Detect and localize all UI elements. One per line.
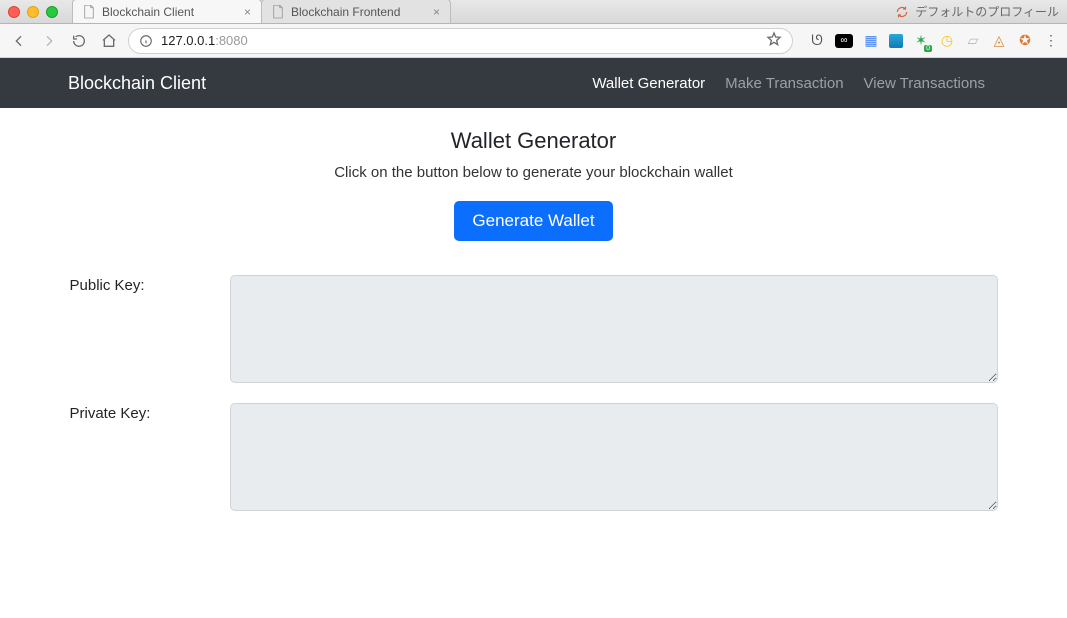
public-key-row: Public Key:	[70, 275, 998, 383]
page-subtitle: Click on the button below to generate yo…	[70, 164, 998, 181]
browser-tabs: Blockchain Client × Blockchain Frontend …	[72, 0, 450, 23]
zoom-window-button[interactable]	[46, 6, 58, 18]
extension-icon[interactable]: ◬	[991, 33, 1007, 49]
minimize-window-button[interactable]	[27, 6, 39, 18]
extension-icon[interactable]	[889, 34, 903, 48]
generate-wallet-button[interactable]: Generate Wallet	[454, 201, 612, 241]
close-tab-icon[interactable]: ×	[244, 5, 251, 19]
extension-icon[interactable]: ✪	[1017, 33, 1033, 49]
address-bar[interactable]: 127.0.0.1:8080	[128, 28, 793, 54]
url-port: :8080	[215, 33, 248, 48]
tab-blockchain-frontend[interactable]: Blockchain Frontend ×	[261, 0, 451, 23]
extension-icon[interactable]: ✶0	[913, 33, 929, 49]
nav-link-make-transaction[interactable]: Make Transaction	[725, 75, 843, 92]
private-key-row: Private Key:	[70, 403, 998, 511]
profile-area[interactable]: デフォルトのプロフィール	[895, 3, 1059, 20]
profile-label: デフォルトのプロフィール	[915, 3, 1059, 20]
tab-blockchain-client[interactable]: Blockchain Client ×	[72, 0, 262, 23]
file-icon	[83, 5, 95, 19]
reload-button[interactable]	[68, 30, 90, 52]
forward-button[interactable]	[38, 30, 60, 52]
window-titlebar: Blockchain Client × Blockchain Frontend …	[0, 0, 1067, 24]
file-icon	[272, 5, 284, 19]
close-tab-icon[interactable]: ×	[433, 5, 440, 19]
private-key-label: Private Key:	[70, 403, 230, 511]
navbar-nav: Wallet Generator Make Transaction View T…	[592, 75, 985, 92]
extension-icon[interactable]: ▦	[863, 33, 879, 49]
extension-icon[interactable]: ∞	[835, 34, 853, 48]
public-key-textarea[interactable]	[230, 275, 998, 383]
navbar-brand[interactable]: Blockchain Client	[68, 73, 206, 94]
profile-sync-icon	[895, 5, 909, 19]
private-key-textarea[interactable]	[230, 403, 998, 511]
extension-icon[interactable]: ▱	[965, 33, 981, 49]
back-button[interactable]	[8, 30, 30, 52]
extension-icon[interactable]: ◷	[939, 33, 955, 49]
nav-link-wallet-generator[interactable]: Wallet Generator	[592, 75, 705, 92]
generate-button-row: Generate Wallet	[70, 201, 998, 241]
browser-menu-icon[interactable]: ⋮	[1043, 33, 1059, 49]
close-window-button[interactable]	[8, 6, 20, 18]
url-host: 127.0.0.1	[161, 33, 215, 48]
bookmark-star-icon[interactable]	[766, 31, 782, 50]
app-navbar: Blockchain Client Wallet Generator Make …	[0, 58, 1067, 108]
nav-link-view-transactions[interactable]: View Transactions	[864, 75, 985, 92]
main-container: Wallet Generator Click on the button bel…	[34, 108, 1034, 511]
tab-title: Blockchain Frontend	[291, 5, 400, 19]
site-info-icon[interactable]	[139, 34, 153, 48]
tab-title: Blockchain Client	[102, 5, 194, 19]
url-text: 127.0.0.1:8080	[161, 33, 248, 48]
browser-toolbar: 127.0.0.1:8080 ᘎ ∞ ▦ ✶0 ◷ ▱ ◬ ✪ ⋮	[0, 24, 1067, 58]
public-key-label: Public Key:	[70, 275, 230, 383]
window-controls	[8, 6, 58, 18]
home-button[interactable]	[98, 30, 120, 52]
extensions-row: ᘎ ∞ ▦ ✶0 ◷ ▱ ◬ ✪ ⋮	[809, 33, 1059, 49]
page-title: Wallet Generator	[70, 128, 998, 154]
extension-icon[interactable]: ᘎ	[809, 33, 825, 49]
